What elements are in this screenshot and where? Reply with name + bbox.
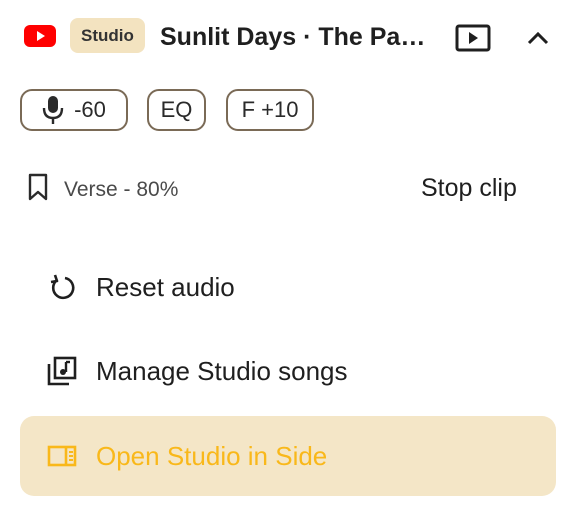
reset-icon: [47, 272, 77, 302]
mic-level-chip[interactable]: -60: [20, 89, 128, 131]
menu-item-reset-audio[interactable]: Reset audio: [20, 247, 556, 327]
video-toggle-button[interactable]: [455, 22, 491, 54]
youtube-logo-icon: [24, 25, 56, 47]
menu-item-manage-studio-songs[interactable]: Manage Studio songs: [20, 331, 556, 411]
stop-clip-button[interactable]: Stop clip: [421, 174, 517, 203]
eq-chip[interactable]: EQ: [147, 89, 206, 131]
mic-level-label: -60: [74, 97, 106, 122]
menu-item-open-studio-in-side[interactable]: Open Studio in Side: [20, 416, 556, 496]
video-play-icon: [455, 24, 491, 52]
song-title: Sunlit Days · The Paper Lanterns: [160, 23, 435, 51]
menu-item-label: Reset audio: [96, 271, 235, 302]
menu-item-label: Open Studio in Side: [96, 440, 328, 471]
studio-badge: Studio: [70, 18, 145, 53]
microphone-icon: [42, 96, 64, 124]
side-panel-icon: [47, 441, 77, 471]
f-label: F +10: [241, 97, 299, 122]
eq-label: EQ: [160, 97, 193, 122]
menu-item-label: Manage Studio songs: [96, 355, 348, 386]
verse-progress-label: Verse - 80%: [64, 178, 179, 201]
chevron-up-icon: [527, 31, 549, 45]
collapse-button[interactable]: [522, 22, 554, 54]
library-music-icon: [47, 356, 77, 386]
bookmark-icon[interactable]: [27, 173, 49, 201]
f-chip[interactable]: F +10: [226, 89, 314, 131]
studio-panel: Studio Sunlit Days · The Paper Lanterns …: [0, 0, 576, 516]
